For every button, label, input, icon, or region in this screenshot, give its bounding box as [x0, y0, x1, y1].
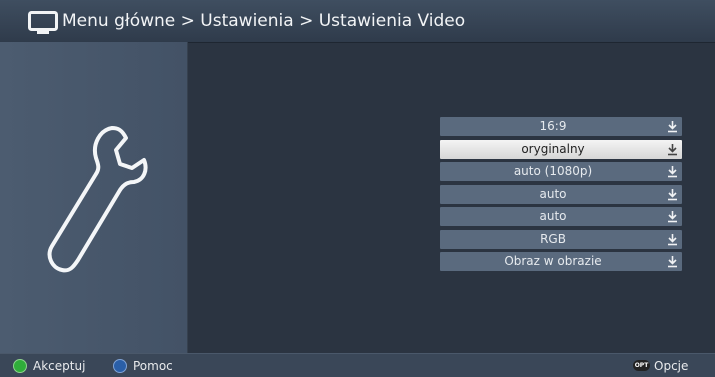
setting-value-dropdown[interactable]: oryginalny: [440, 139, 682, 159]
dropdown-arrow-icon: [668, 211, 677, 223]
accept-button[interactable]: Akceptuj: [13, 358, 86, 374]
breadcrumb: Menu główne > Ustawienia > Ustawienia Vi…: [62, 11, 466, 31]
dropdown-arrow-icon: [668, 188, 677, 200]
help-label: Pomoc: [133, 359, 173, 373]
setting-row[interactable]: Tryb PiP/PaPObraz w obrazie: [188, 252, 715, 271]
footer-bar: Akceptuj Pomoc OPT Opcje: [0, 353, 715, 377]
opt-key-icon: OPT: [633, 360, 650, 371]
green-button-icon: [13, 359, 27, 373]
help-button[interactable]: Pomoc: [113, 358, 173, 374]
dropdown-arrow-icon: [668, 256, 677, 268]
setting-row[interactable]: Tryb TV SCARTRGB: [188, 229, 715, 249]
blue-button-icon: [113, 359, 127, 373]
setting-row[interactable]: Format obrazu16:9: [188, 117, 715, 136]
setting-value-text: 16:9: [539, 119, 567, 133]
tv-icon: [28, 11, 58, 34]
setting-row[interactable]: Przestrzeń kolorów HDMIauto: [188, 184, 715, 204]
setting-value-text: auto: [539, 209, 567, 223]
left-panel: [0, 42, 188, 353]
dropdown-arrow-icon: [668, 143, 677, 155]
wrench-icon: [47, 126, 148, 273]
accept-label: Akceptuj: [33, 359, 86, 373]
setting-row[interactable]: Tryb powiększeniaoryginalny: [188, 139, 715, 159]
setting-value-text: Obraz w obrazie: [504, 254, 602, 268]
setting-row[interactable]: Rozdzielczość HDMIauto (1080p): [188, 162, 715, 181]
dropdown-arrow-icon: [668, 166, 677, 178]
setting-value-dropdown[interactable]: auto (1080p): [440, 162, 682, 181]
setting-value-dropdown[interactable]: 16:9: [440, 117, 682, 136]
setting-value-text: oryginalny: [521, 141, 585, 156]
setting-value-text: RGB: [540, 231, 566, 246]
settings-list: Format obrazu16:9 Tryb powiększeniaorygin…: [188, 42, 715, 353]
dropdown-arrow-icon: [668, 121, 677, 133]
setting-value-dropdown[interactable]: auto: [440, 207, 682, 226]
dropdown-arrow-icon: [668, 233, 677, 245]
header-bar: Menu główne > Ustawienia > Ustawienia Vi…: [0, 0, 715, 43]
setting-value-text: auto: [539, 186, 567, 201]
setting-value-dropdown[interactable]: auto: [440, 184, 682, 204]
options-button[interactable]: OPT Opcje: [633, 358, 689, 374]
options-label: Opcje: [654, 359, 689, 373]
setting-value-dropdown[interactable]: Obraz w obrazie: [440, 252, 682, 271]
setting-value-dropdown[interactable]: RGB: [440, 229, 682, 249]
setting-value-text: auto (1080p): [513, 164, 593, 178]
setting-row[interactable]: HDCPauto: [188, 207, 715, 226]
